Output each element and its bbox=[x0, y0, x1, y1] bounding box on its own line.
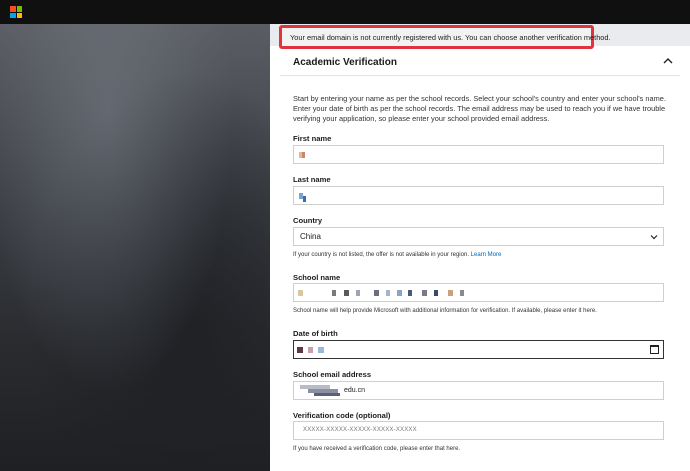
redacted-text bbox=[386, 290, 390, 296]
redacted-text bbox=[308, 347, 313, 353]
redacted-text bbox=[298, 290, 303, 296]
top-bar bbox=[0, 0, 690, 24]
last-name-label: Last name bbox=[293, 175, 331, 184]
redacted-text bbox=[332, 290, 336, 296]
error-message: Your email domain is not currently regis… bbox=[290, 33, 611, 42]
redacted-text bbox=[460, 290, 464, 296]
redacted-text bbox=[374, 290, 379, 296]
country-select[interactable]: China bbox=[293, 227, 664, 246]
blurred-background bbox=[0, 24, 270, 471]
verification-code-label: Verification code (optional) bbox=[293, 411, 391, 420]
redacted-text bbox=[344, 290, 349, 296]
school-email-input[interactable]: edu.cn bbox=[293, 381, 664, 400]
country-label: Country bbox=[293, 216, 323, 225]
school-name-input[interactable] bbox=[293, 283, 664, 302]
calendar-icon[interactable] bbox=[650, 345, 659, 354]
verification-code-help: If you have received a verification code… bbox=[293, 446, 461, 452]
redacted-text bbox=[448, 290, 453, 296]
chevron-down-icon bbox=[650, 235, 658, 240]
redacted-text bbox=[356, 290, 360, 296]
first-name-label: First name bbox=[293, 134, 332, 143]
redacted-text bbox=[408, 290, 412, 296]
microsoft-logo-icon[interactable] bbox=[10, 6, 22, 18]
school-name-label: School name bbox=[293, 273, 341, 282]
school-name-help: School name will help provide Microsoft … bbox=[293, 308, 597, 314]
redacted-text bbox=[314, 393, 340, 396]
learn-more-link[interactable]: Learn More bbox=[471, 252, 502, 258]
redacted-text bbox=[302, 152, 305, 158]
date-of-birth-label: Date of birth bbox=[293, 329, 338, 338]
intro-text: Start by entering your name as per the s… bbox=[293, 94, 666, 123]
date-of-birth-input[interactable] bbox=[293, 340, 664, 359]
redacted-text bbox=[297, 347, 303, 353]
country-help-text: If your country is not listed, the offer… bbox=[293, 252, 469, 258]
school-email-domain: edu.cn bbox=[344, 387, 366, 394]
redacted-text bbox=[318, 347, 324, 353]
verification-panel: Your email domain is not currently regis… bbox=[270, 24, 690, 471]
first-name-input[interactable] bbox=[293, 145, 664, 164]
redacted-text bbox=[397, 290, 402, 296]
school-email-label: School email address bbox=[293, 370, 372, 379]
last-name-input[interactable] bbox=[293, 186, 664, 205]
section-title: Academic Verification bbox=[293, 57, 397, 68]
section-header[interactable]: Academic Verification bbox=[280, 50, 680, 76]
redacted-text bbox=[434, 290, 438, 296]
error-message-highlight: Your email domain is not currently regis… bbox=[279, 25, 611, 49]
chevron-up-icon[interactable] bbox=[662, 55, 674, 67]
country-selected-value: China bbox=[300, 232, 321, 241]
verification-code-placeholder: XXXXX-XXXXX-XXXXX-XXXXX-XXXXX bbox=[303, 427, 417, 433]
redacted-text bbox=[303, 196, 306, 202]
redacted-text bbox=[422, 290, 427, 296]
verification-code-input[interactable]: XXXXX-XXXXX-XXXXX-XXXXX-XXXXX bbox=[293, 421, 664, 440]
country-help: If your country is not listed, the offer… bbox=[293, 252, 501, 258]
